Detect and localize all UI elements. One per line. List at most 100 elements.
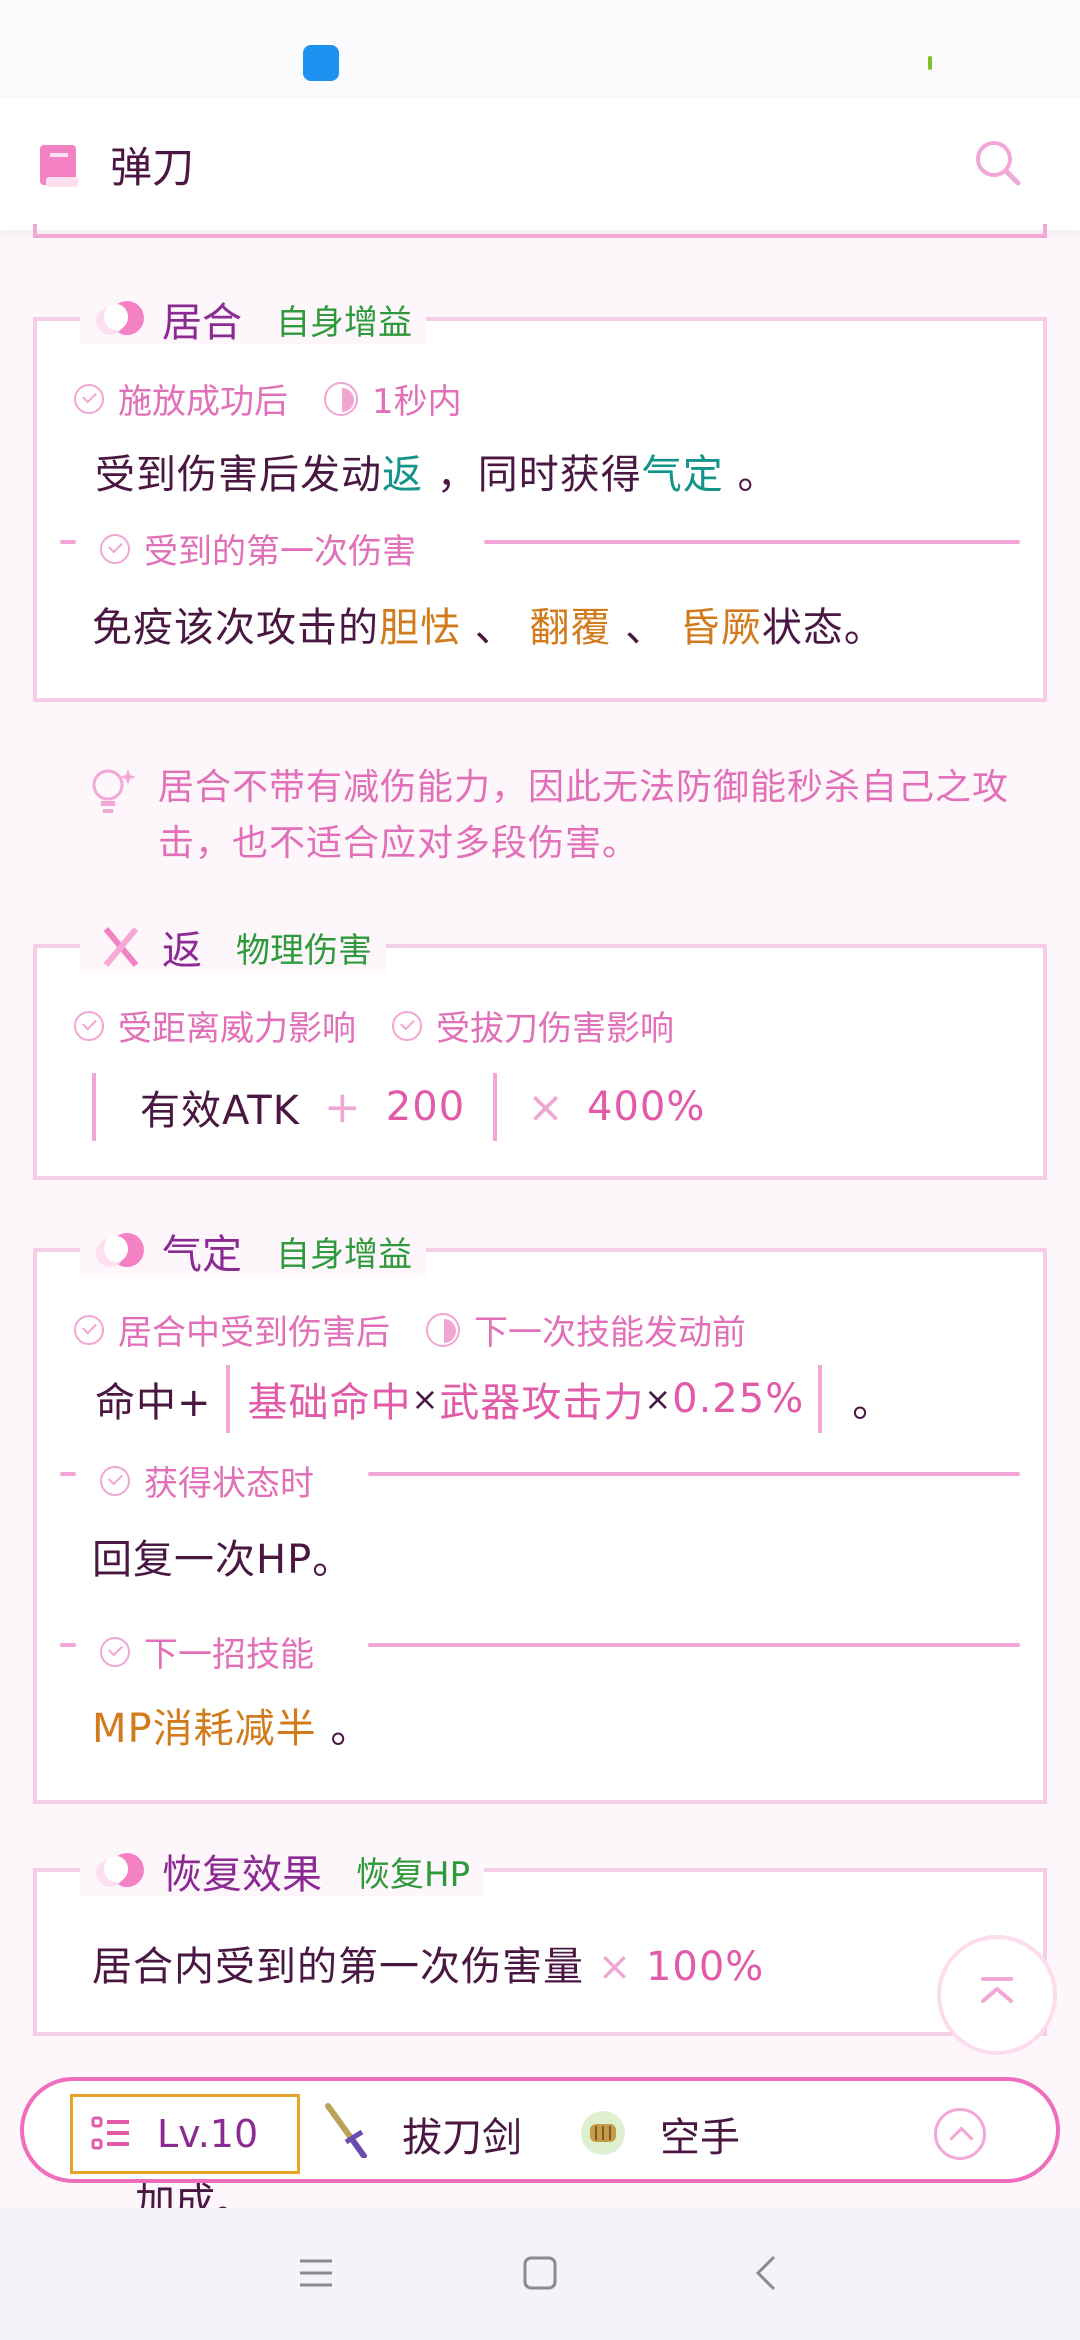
back-icon[interactable] bbox=[754, 2254, 778, 2292]
effect-card-counter bbox=[33, 944, 1047, 1180]
sub-condition: 下一招技能 bbox=[100, 1627, 314, 1676]
card-title: 恢复效果 bbox=[162, 1852, 322, 1898]
condition-label: 下一次技能发动前 bbox=[474, 1313, 746, 1353]
weapon-tab-unarmed[interactable]: 空手 bbox=[660, 2105, 740, 2163]
plus-sign: + bbox=[323, 1081, 362, 1133]
times-sign: × bbox=[597, 1944, 633, 1990]
condition-row: 居合中受到伤害后 下一次技能发动前 bbox=[74, 1305, 746, 1354]
card-title: 居合 bbox=[162, 300, 242, 346]
battery-icon bbox=[928, 56, 932, 70]
card-tag: 恢复HP bbox=[356, 1854, 471, 1895]
keyword-link[interactable]: 气定 bbox=[642, 452, 724, 498]
card-header: 恢复效果 恢复HP bbox=[80, 1846, 485, 1898]
text-segment: 命中+ bbox=[95, 1380, 212, 1426]
status-keyword[interactable]: 昏厥 bbox=[680, 605, 762, 651]
check-icon bbox=[100, 1465, 130, 1496]
check-icon bbox=[74, 1314, 104, 1345]
text-segment: 免疫该次攻击的 bbox=[92, 605, 379, 651]
text-highlight: MP消耗减半 bbox=[92, 1706, 317, 1752]
arrow-up-to-top-icon bbox=[981, 1977, 1013, 2003]
katana-icon bbox=[325, 2103, 367, 2158]
check-icon bbox=[392, 1010, 422, 1041]
status-bar bbox=[0, 0, 1080, 100]
card-title: 气定 bbox=[162, 1232, 242, 1278]
formula-term: 武器攻击力 bbox=[439, 1380, 645, 1426]
card-tag: 自身增益 bbox=[276, 1234, 412, 1275]
fist-icon bbox=[581, 2111, 625, 2155]
card-tag: 物理伤害 bbox=[236, 930, 372, 971]
underlying-text: 加成。 bbox=[135, 2183, 255, 2209]
sub-divider bbox=[60, 540, 76, 544]
times-sign: × bbox=[527, 1081, 566, 1133]
sub-condition-label: 受到的第一次伤害 bbox=[144, 532, 416, 572]
formula-bar bbox=[493, 1073, 498, 1141]
status-keyword[interactable]: 翻覆 bbox=[529, 605, 611, 651]
weapon-tab-katana[interactable]: 拔刀剑 bbox=[402, 2105, 522, 2163]
effect-text: 免疫该次攻击的胆怯 、 翻覆 、 昏厥状态。 bbox=[92, 595, 885, 653]
book-icon[interactable] bbox=[38, 143, 80, 189]
text-segment: 、 bbox=[474, 605, 516, 651]
condition-label: 受距离威力影响 bbox=[118, 1009, 356, 1049]
formula-value: 200 bbox=[385, 1084, 466, 1130]
formula-term: 基础命中 bbox=[247, 1380, 412, 1426]
check-icon bbox=[74, 383, 104, 414]
moon-icon bbox=[94, 1849, 148, 1893]
card-header: 返 物理伤害 bbox=[80, 922, 386, 974]
moon-icon bbox=[94, 1229, 148, 1273]
level-label: Lv.10 bbox=[157, 2112, 259, 2156]
formula-value: 0.25% bbox=[672, 1376, 805, 1422]
search-icon[interactable] bbox=[972, 137, 1024, 189]
text-segment: 。 bbox=[330, 1706, 372, 1752]
page-title: 弹刀 bbox=[110, 143, 195, 192]
home-icon[interactable] bbox=[522, 2255, 558, 2291]
times-sign: × bbox=[411, 1380, 440, 1418]
notification-app-icon bbox=[303, 45, 339, 81]
moon-icon bbox=[94, 297, 148, 341]
sub-divider bbox=[368, 1643, 1020, 1647]
sub-divider bbox=[60, 1472, 76, 1476]
text-segment: 。 bbox=[852, 1380, 894, 1426]
effect-text: 回复一次HP。 bbox=[92, 1537, 354, 1583]
check-icon bbox=[100, 1636, 130, 1667]
timer-icon bbox=[426, 1312, 460, 1347]
condition-row: 施放成功后 1秒内 bbox=[74, 374, 462, 423]
previous-card-edge bbox=[33, 224, 1047, 238]
effect-text: MP消耗减半 。 bbox=[92, 1696, 371, 1754]
formula-bar bbox=[92, 1073, 96, 1141]
condition-row: 受距离威力影响 受拔刀伤害影响 bbox=[74, 1001, 674, 1050]
effect-text: 受到伤害后发动返 ，同时获得气定 。 bbox=[95, 442, 778, 500]
sub-divider bbox=[60, 1643, 76, 1647]
lightbulb-icon bbox=[92, 769, 136, 813]
damage-formula: 有效ATK + 200 × 400% bbox=[92, 1072, 705, 1142]
condition-label: 居合中受到伤害后 bbox=[118, 1313, 390, 1353]
text-segment: 受到伤害后发动 bbox=[95, 452, 382, 498]
keyword-link[interactable]: 返 bbox=[382, 452, 423, 498]
text-segment: 居合内受到的第一次伤害量 bbox=[92, 1944, 584, 1990]
sub-condition-label: 获得状态时 bbox=[144, 1464, 314, 1504]
condition-label: 受拔刀伤害影响 bbox=[436, 1009, 674, 1049]
formula-label: 有效ATK bbox=[140, 1088, 300, 1134]
crossed-swords-icon bbox=[103, 927, 139, 967]
sub-divider bbox=[368, 1472, 1020, 1476]
sub-divider bbox=[484, 540, 1020, 544]
card-header: 居合 自身增益 bbox=[80, 294, 426, 346]
menu-icon[interactable] bbox=[298, 2257, 334, 2289]
formula-bar bbox=[818, 1365, 823, 1433]
text-segment: 。 bbox=[737, 452, 779, 498]
timer-icon bbox=[324, 381, 358, 416]
formula-value: 400% bbox=[587, 1084, 706, 1130]
condition-label: 施放成功后 bbox=[118, 382, 288, 422]
sub-condition: 获得状态时 bbox=[100, 1456, 314, 1505]
text-segment: 、 bbox=[625, 605, 667, 651]
scroll-to-top-button[interactable] bbox=[937, 1935, 1057, 2055]
list-icon bbox=[91, 2116, 129, 2150]
level-selector[interactable]: Lv.10 bbox=[70, 2094, 300, 2174]
tip-text: 居合不带有减伤能力，因此无法防御能秒杀自己之攻击，也不适合应对多段伤害。 bbox=[158, 767, 1010, 864]
formula-bar bbox=[225, 1365, 230, 1433]
check-icon bbox=[74, 1010, 104, 1041]
effect-text: 命中+ 基础命中 × 武器攻击力 × 0.25% 。 bbox=[95, 1364, 893, 1434]
chevron-up-icon[interactable] bbox=[934, 2108, 986, 2160]
status-keyword[interactable]: 胆怯 bbox=[379, 605, 461, 651]
sub-condition: 受到的第一次伤害 bbox=[100, 524, 416, 573]
text-segment: 状态。 bbox=[761, 605, 885, 651]
